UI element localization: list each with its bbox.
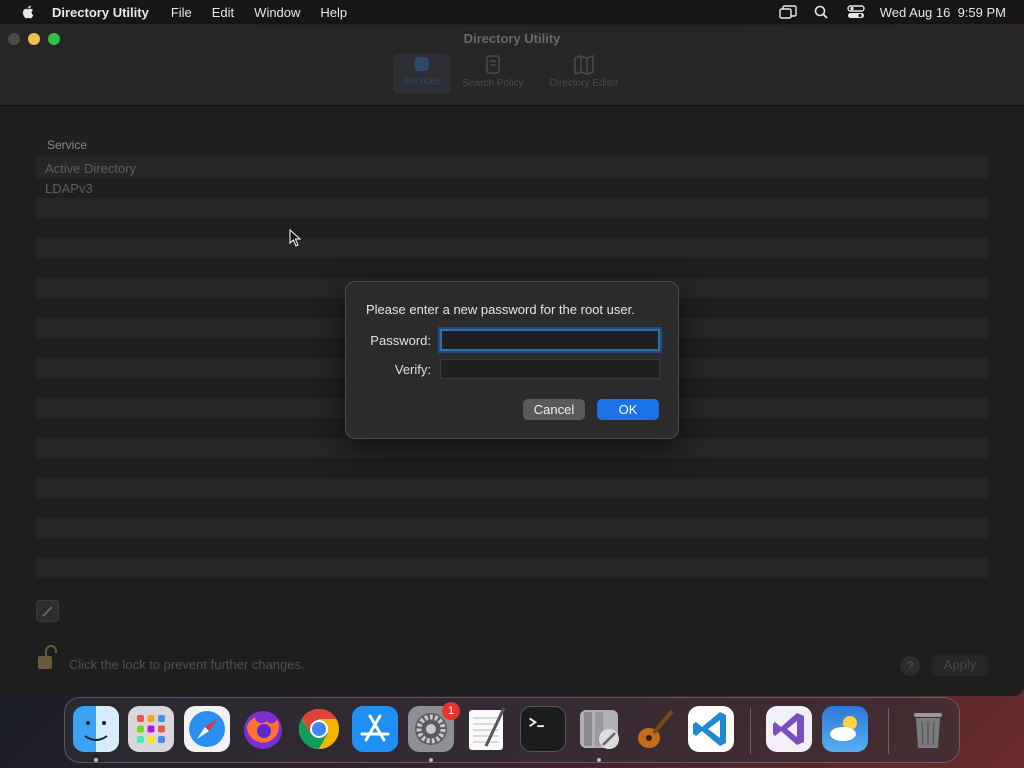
- dock-separator: [888, 708, 889, 754]
- dock-terminal[interactable]: [520, 706, 566, 752]
- running-indicator: [94, 758, 98, 762]
- table-row[interactable]: LDAPv3: [36, 178, 988, 198]
- cancel-button[interactable]: Cancel: [523, 399, 585, 420]
- table-row-empty: [36, 238, 988, 258]
- table-row-empty: [36, 498, 988, 518]
- dock-trash[interactable]: [905, 706, 951, 752]
- pencil-icon: [42, 606, 53, 617]
- visual-studio-icon: [773, 713, 804, 745]
- menu-file[interactable]: File: [171, 5, 192, 20]
- apple-menu-icon[interactable]: [18, 4, 38, 20]
- tab-services-label: Services: [402, 76, 442, 87]
- tab-search-policy[interactable]: Search Policy: [455, 54, 531, 94]
- table-row-empty: [36, 518, 988, 538]
- root-password-dialog: Please enter a new password for the root…: [345, 281, 679, 439]
- apply-button[interactable]: Apply: [932, 654, 988, 676]
- finder-icon: [73, 706, 119, 752]
- dock-safari[interactable]: [184, 706, 230, 752]
- launchpad-icon: [137, 715, 165, 743]
- table-row-empty: [36, 558, 988, 578]
- table-row-empty: [36, 438, 988, 458]
- window-toolbar: Directory Utility Services Search Policy…: [0, 26, 1024, 106]
- verify-field[interactable]: [440, 359, 660, 379]
- table-row-empty: [36, 538, 988, 558]
- table-row[interactable]: Active Directory: [36, 158, 988, 178]
- dock-textedit[interactable]: [464, 706, 510, 752]
- menu-help[interactable]: Help: [320, 5, 347, 20]
- control-center-icon[interactable]: [846, 4, 866, 20]
- terminal-icon: [529, 717, 544, 728]
- notification-badge: 1: [442, 702, 460, 720]
- screen-mirroring-icon[interactable]: [778, 4, 798, 20]
- vscode-icon: [693, 712, 726, 746]
- table-row-empty: [36, 258, 988, 278]
- dock-weather[interactable]: [822, 706, 868, 752]
- table-row-empty: [36, 218, 988, 238]
- dock-system-settings[interactable]: 1: [408, 702, 460, 752]
- unlocked-lock-icon[interactable]: [36, 644, 58, 672]
- password-field[interactable]: [440, 329, 660, 351]
- ok-button[interactable]: OK: [597, 399, 659, 420]
- chrome-icon: [299, 709, 339, 749]
- firefox-icon: [244, 711, 282, 749]
- tab-services[interactable]: Services: [393, 54, 451, 94]
- dock-garageband[interactable]: [632, 706, 678, 752]
- table-row-empty: [36, 458, 988, 478]
- dock-firefox[interactable]: [240, 706, 286, 752]
- dock-visual-studio[interactable]: [766, 706, 812, 752]
- dock-finder[interactable]: [73, 706, 119, 752]
- safari-compass-icon: [189, 711, 225, 747]
- menubar-clock[interactable]: Wed Aug 16 9:59 PM: [880, 5, 1006, 20]
- dock-app-store[interactable]: [352, 706, 398, 752]
- guitar-icon: [638, 709, 674, 748]
- search-policy-icon: [486, 55, 500, 74]
- spotlight-icon[interactable]: [812, 4, 832, 20]
- menu-app-name[interactable]: Directory Utility: [52, 5, 149, 20]
- tab-directory-editor[interactable]: Directory Editor: [540, 54, 628, 94]
- dock-vscode[interactable]: [688, 706, 734, 752]
- table-row-empty: [36, 478, 988, 498]
- password-label: Password:: [370, 333, 431, 348]
- table-row-empty: [36, 198, 988, 218]
- menu-bar: Directory Utility File Edit Window Help …: [0, 0, 1024, 24]
- directory-utility-icon: [580, 710, 619, 749]
- running-indicator: [429, 758, 433, 762]
- dock-directory-utility[interactable]: [576, 706, 622, 752]
- verify-label: Verify:: [394, 362, 431, 377]
- running-indicator: [597, 758, 601, 762]
- dialog-message: Please enter a new password for the root…: [366, 302, 635, 317]
- window-title: Directory Utility: [463, 31, 561, 46]
- app-store-icon: [360, 714, 390, 742]
- dock-separator: [750, 708, 751, 754]
- service-column-header[interactable]: Service: [36, 130, 988, 158]
- mouse-pointer-icon: [289, 229, 301, 247]
- menu-window[interactable]: Window: [254, 5, 300, 20]
- tab-directory-editor-label: Directory Editor: [549, 78, 619, 89]
- help-button[interactable]: ?: [900, 656, 920, 676]
- dock-launchpad[interactable]: [128, 706, 174, 752]
- edit-service-button[interactable]: [36, 600, 59, 622]
- services-icon: [415, 57, 429, 71]
- textedit-icon: [469, 707, 506, 750]
- dock-chrome[interactable]: [296, 706, 342, 752]
- dock: 1: [64, 697, 960, 763]
- tab-search-policy-label: Search Policy: [462, 78, 524, 89]
- directory-editor-icon: [574, 54, 594, 76]
- menu-edit[interactable]: Edit: [212, 5, 234, 20]
- trash-icon: [914, 713, 942, 748]
- weather-icon: [830, 716, 857, 741]
- lock-status-text: Click the lock to prevent further change…: [69, 657, 305, 672]
